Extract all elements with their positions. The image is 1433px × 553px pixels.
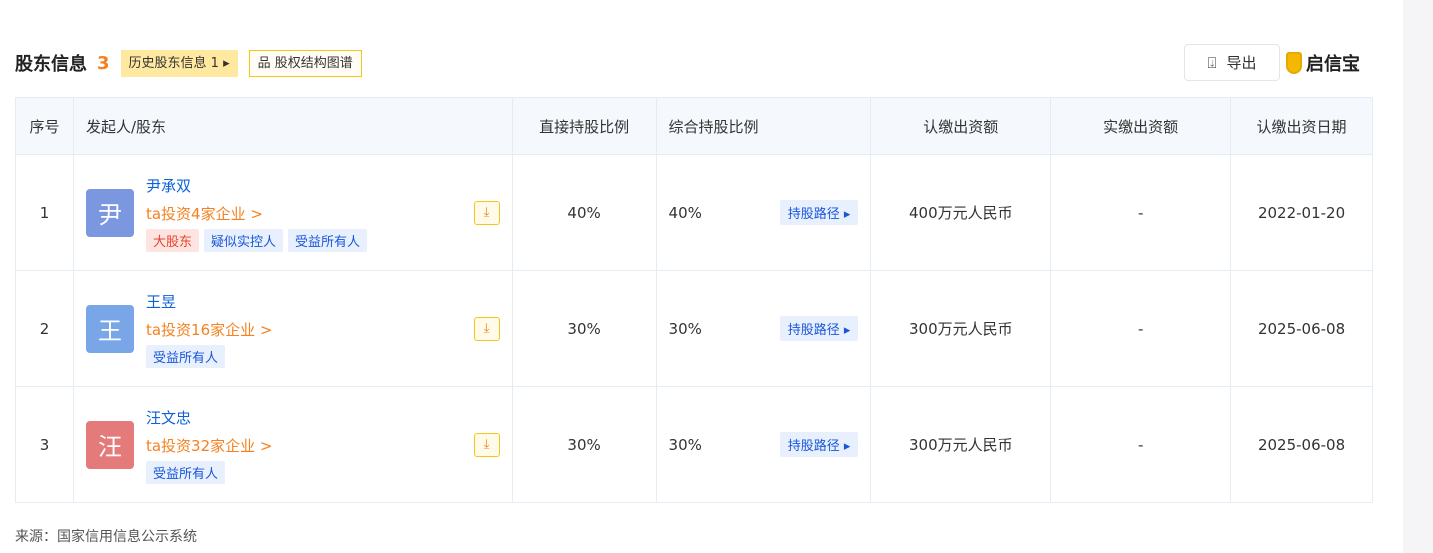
download-icon[interactable]: ⤓ xyxy=(473,316,500,341)
tag: 受益所有人 xyxy=(145,461,225,484)
shareholder-name-link[interactable]: 汪文忠 xyxy=(146,405,273,431)
shareholder-name-link[interactable]: 尹承双 xyxy=(146,173,367,199)
avatar: 王 xyxy=(85,304,134,353)
subscribed-amount: 300万元人民币 xyxy=(870,386,1052,503)
tag: 大股东 xyxy=(145,229,199,252)
row-index: 1 xyxy=(15,154,74,271)
col-date: 认缴出资日期 xyxy=(1230,97,1373,155)
holding-path-button[interactable]: 持股路径 ▸ xyxy=(779,432,859,457)
right-gutter xyxy=(1403,0,1433,553)
paid-amount: - xyxy=(1050,270,1232,387)
download-icon[interactable]: ⤓ xyxy=(473,432,500,457)
combined-ratio: 30% xyxy=(668,319,702,338)
direct-ratio: 30% xyxy=(511,386,657,503)
history-shareholders-button[interactable]: 历史股东信息 1 ▸ xyxy=(120,49,238,77)
tag: 受益所有人 xyxy=(287,229,367,252)
download-icon[interactable]: ⤓ xyxy=(473,200,500,225)
graph-icon: 品 xyxy=(257,55,275,71)
export-button[interactable]: ⍗ 导出 xyxy=(1184,44,1280,81)
tags: 受益所有人 xyxy=(145,461,273,484)
avatar: 汪 xyxy=(85,420,134,469)
direct-ratio: 40% xyxy=(511,154,657,271)
tag: 受益所有人 xyxy=(145,345,225,368)
tag: 疑似实控人 xyxy=(203,229,283,252)
col-shareholder: 发起人/股东 xyxy=(72,97,513,155)
col-subscribed: 认缴出资额 xyxy=(870,97,1052,155)
combined-ratio: 30% xyxy=(668,435,702,454)
col-paid: 实缴出资额 xyxy=(1050,97,1232,155)
avatar: 尹 xyxy=(85,188,134,237)
shareholder-count: 3 xyxy=(97,52,110,74)
investments-link[interactable]: ta投资4家企业 > xyxy=(146,199,367,229)
subscribed-date: 2025-06-08 xyxy=(1230,270,1373,387)
section-title: 股东信息 xyxy=(15,54,87,75)
equity-graph-label: 股权结构图谱 xyxy=(274,55,353,71)
row-index: 3 xyxy=(15,386,74,503)
subscribed-date: 2025-06-08 xyxy=(1230,386,1373,503)
section-header: 股东信息 3 历史股东信息 1 ▸ 品 股权结构图谱 xyxy=(15,48,362,78)
equity-graph-button[interactable]: 品 股权结构图谱 xyxy=(248,49,362,77)
paid-amount: - xyxy=(1050,154,1232,271)
tags: 受益所有人 xyxy=(145,345,273,368)
table-row: 2 王 王昱 ta投资16家企业 > 受益所有人 ⤓ 30% 30% 持股路径 ▸… xyxy=(15,270,1373,387)
shareholder-name-link[interactable]: 王昱 xyxy=(146,289,273,315)
combined-ratio: 40% xyxy=(668,203,702,222)
row-index: 2 xyxy=(15,270,74,387)
holding-path-button[interactable]: 持股路径 ▸ xyxy=(779,200,859,225)
subscribed-date: 2022-01-20 xyxy=(1230,154,1373,271)
shareholder-table: 序号 发起人/股东 直接持股比例 综合持股比例 认缴出资额 实缴出资额 认缴出资… xyxy=(15,97,1373,503)
direct-ratio: 30% xyxy=(511,270,657,387)
subscribed-amount: 300万元人民币 xyxy=(870,270,1052,387)
paid-amount: - xyxy=(1050,386,1232,503)
table-row: 1 尹 尹承双 ta投资4家企业 > 大股东 疑似实控人 受益所有人 ⤓ 40% 4… xyxy=(15,154,1373,271)
source-note: 来源：国家信用信息公示系统 xyxy=(15,529,197,545)
export-label: 导出 xyxy=(1226,54,1257,72)
col-combined: 综合持股比例 xyxy=(655,97,872,155)
table-row: 3 汪 汪文忠 ta投资32家企业 > 受益所有人 ⤓ 30% 30% 持股路径 … xyxy=(15,386,1373,503)
logo-text: 启信宝 xyxy=(1306,54,1360,75)
investments-link[interactable]: ta投资32家企业 > xyxy=(146,431,273,461)
col-direct: 直接持股比例 xyxy=(511,97,657,155)
shield-icon xyxy=(1286,52,1302,74)
table-header: 序号 发起人/股东 直接持股比例 综合持股比例 认缴出资额 实缴出资额 认缴出资… xyxy=(15,97,1373,155)
logo: 启信宝 xyxy=(1286,50,1360,76)
col-index: 序号 xyxy=(15,97,74,155)
tags: 大股东 疑似实控人 受益所有人 xyxy=(145,229,367,252)
subscribed-amount: 400万元人民币 xyxy=(870,154,1052,271)
holding-path-button[interactable]: 持股路径 ▸ xyxy=(779,316,859,341)
download-icon: ⍗ xyxy=(1207,53,1217,72)
investments-link[interactable]: ta投资16家企业 > xyxy=(146,315,273,345)
